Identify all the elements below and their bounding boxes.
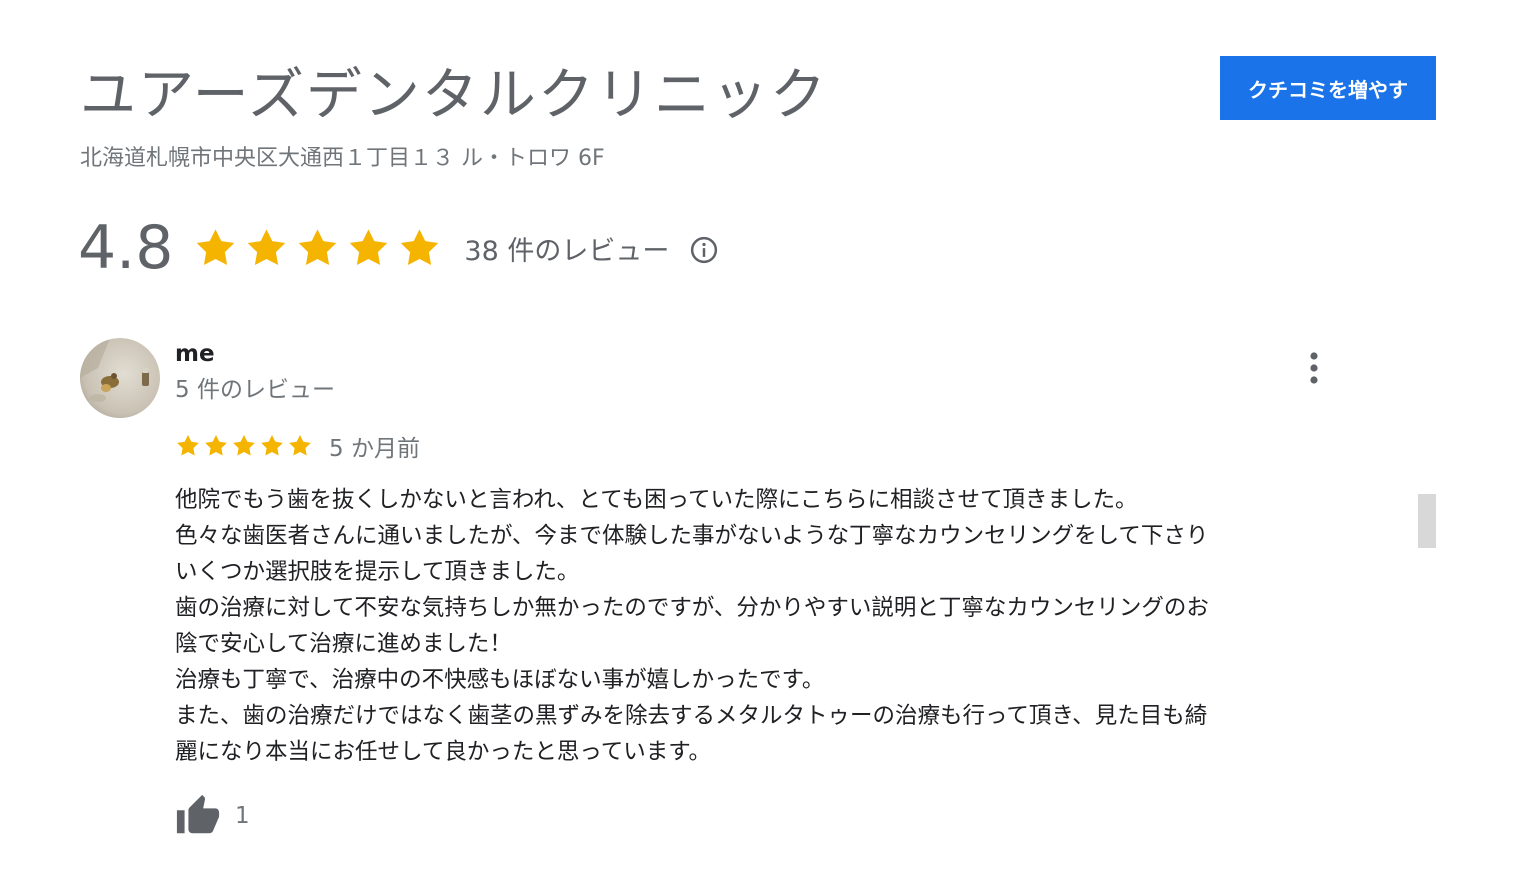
reviewer-avatar[interactable] xyxy=(80,338,160,418)
review-rating-row: 5 か月前 xyxy=(175,428,420,464)
review-date: 5 か月前 xyxy=(329,436,420,462)
star-icon xyxy=(197,228,235,265)
star-icon xyxy=(233,434,255,456)
review-count: 38 件のレビュー xyxy=(464,235,670,267)
star-icon xyxy=(401,228,439,265)
star-icon xyxy=(350,228,388,265)
review-stars xyxy=(175,433,313,459)
thumb-up-icon xyxy=(176,794,220,834)
business-name: ユアーズデンタルクリニック xyxy=(80,63,828,128)
review-actions: 1 xyxy=(175,792,250,840)
like-count: 1 xyxy=(235,803,250,829)
star-icon xyxy=(248,228,286,265)
rating-stars xyxy=(193,226,442,271)
business-address: 北海道札幌市中央区大通西１丁目１３ ル・トロワ 6F xyxy=(80,146,605,171)
star-icon xyxy=(177,434,199,456)
star-icon xyxy=(299,228,337,265)
reviewer-review-count: 5 件のレビュー xyxy=(175,377,335,403)
rating-score: 4.8 xyxy=(78,213,174,283)
star-icon xyxy=(289,434,311,456)
reviewer-name[interactable]: me xyxy=(175,339,215,369)
review-page: ユアーズデンタルクリニック 北海道札幌市中央区大通西１丁目１３ ル・トロワ 6F… xyxy=(0,0,1520,872)
increase-reviews-button[interactable]: クチコミを増やす xyxy=(1220,56,1436,120)
scrollbar-thumb[interactable] xyxy=(1418,494,1436,548)
review-text: 他院でもう歯を抜くしかないと言われ、とても困っていた際にこちらに相談させて頂きま… xyxy=(175,487,1209,765)
more-options-button[interactable] xyxy=(1296,348,1332,388)
info-icon[interactable] xyxy=(689,231,719,265)
star-icon xyxy=(261,434,283,456)
like-button[interactable] xyxy=(175,793,221,839)
star-icon xyxy=(205,434,227,456)
rating-summary: 4.8 38 件のレビュー xyxy=(78,208,719,288)
more-vert-icon xyxy=(1310,352,1318,384)
